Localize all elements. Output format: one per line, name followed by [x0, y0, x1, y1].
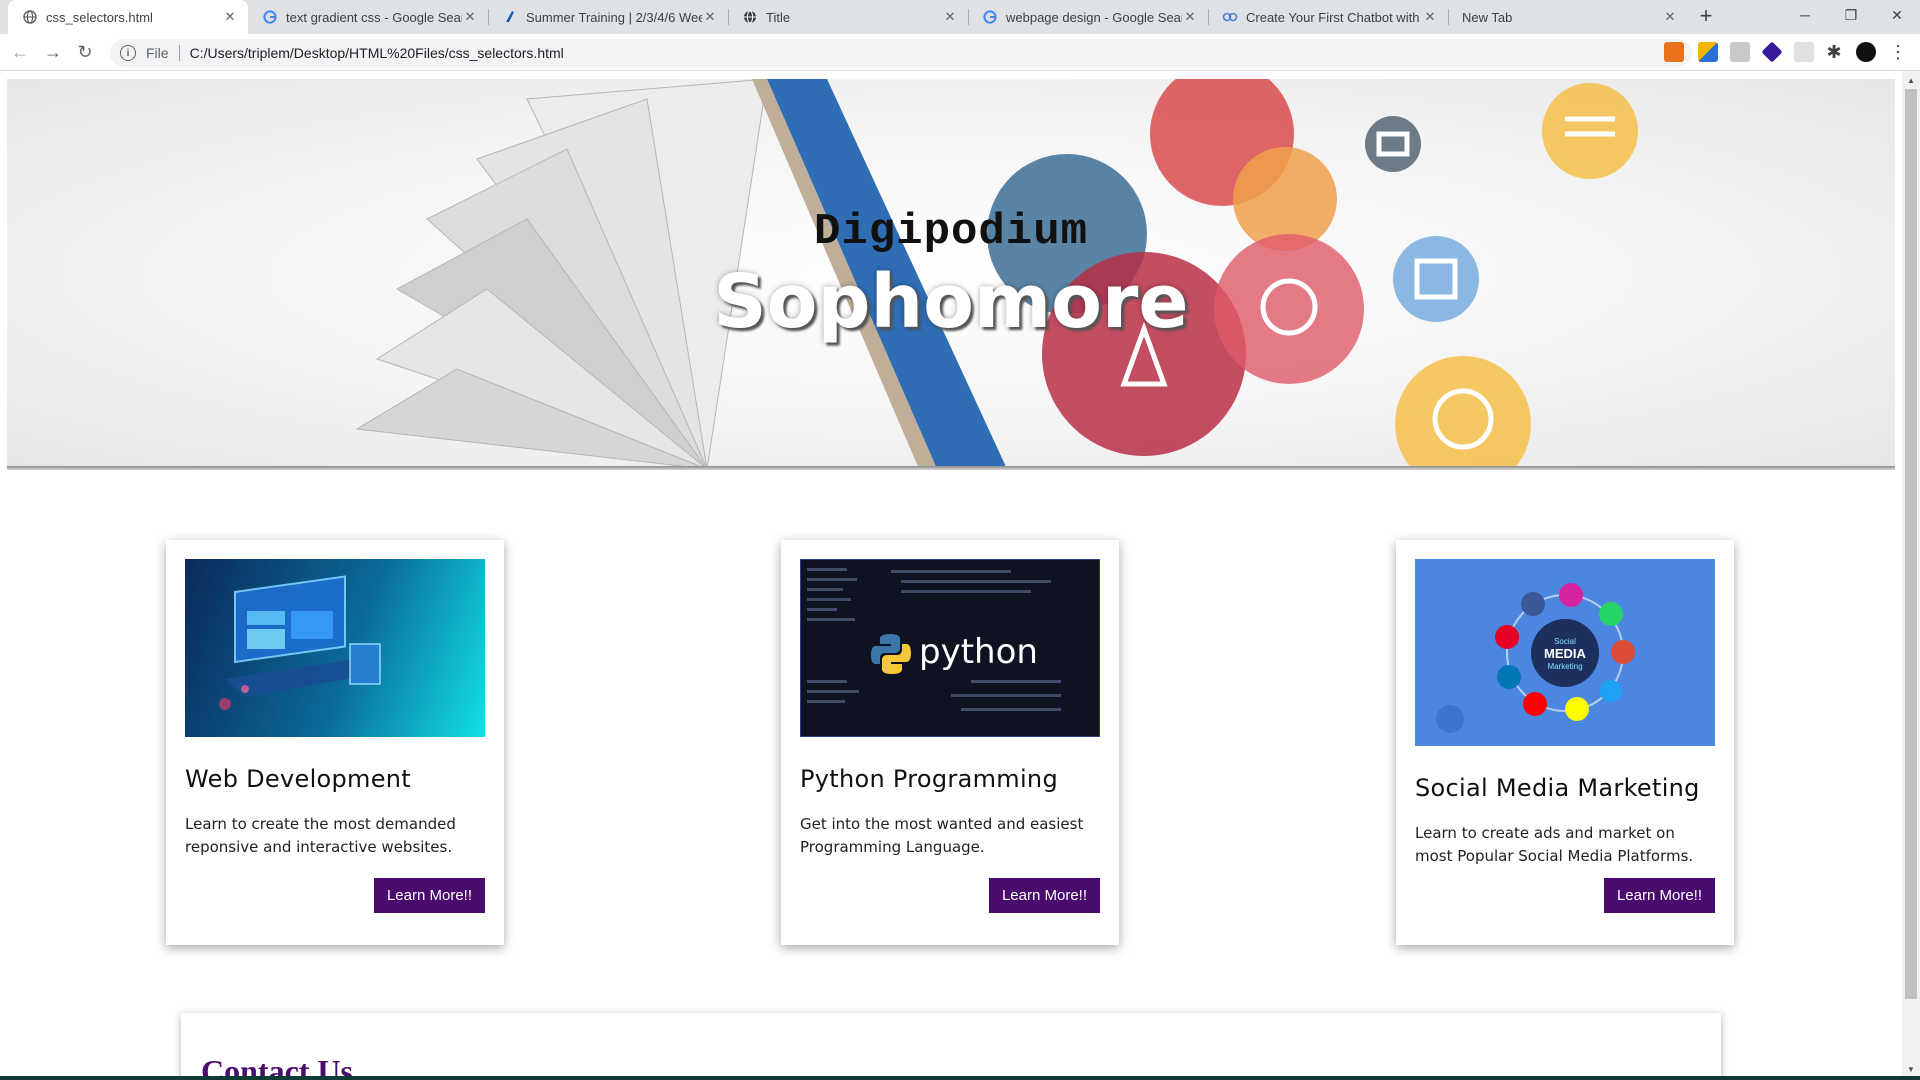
taskbar-edge [0, 1076, 1920, 1080]
forward-button[interactable]: → [41, 40, 65, 64]
google-icon [982, 9, 998, 25]
hero-title: Sophomore [713, 259, 1189, 345]
hero-divider [7, 466, 1895, 470]
url-text[interactable]: C:/Users/triplem/Desktop/HTML%20Files/cs… [190, 45, 564, 61]
extension-icon[interactable] [1730, 42, 1750, 62]
globe-icon [742, 9, 758, 25]
browser-toolbar: ← → ↻ i File C:/Users/triplem/Desktop/HT… [0, 34, 1920, 71]
extension-icon[interactable] [1698, 42, 1718, 62]
extension-icon[interactable] [1664, 42, 1684, 62]
restore-button[interactable]: ❐ [1828, 0, 1874, 34]
close-icon[interactable]: ✕ [942, 9, 958, 25]
close-icon[interactable]: ✕ [1182, 9, 1198, 25]
minimize-button[interactable]: ─ [1782, 0, 1828, 34]
tab-title: Summer Training | 2/3/4/6 Week [526, 9, 702, 25]
tab-chatbot[interactable]: Create Your First Chatbot with Ra ✕ [1208, 0, 1448, 34]
puzzle-icon[interactable]: ✱ [1824, 42, 1844, 62]
learn-more-button[interactable]: Learn More!! [373, 878, 485, 913]
hero-brand: Digipodium [813, 207, 1089, 257]
globe-icon [22, 9, 38, 25]
scroll-up-arrow-icon[interactable]: ▲ [1902, 73, 1920, 89]
avatar[interactable] [1856, 42, 1876, 62]
tab-title: New Tab [1462, 9, 1513, 25]
tab-webpage-design[interactable]: webpage design - Google Search ✕ [968, 0, 1208, 34]
python-logo-icon [871, 634, 911, 674]
back-button[interactable]: ← [8, 40, 32, 64]
course-card-web-development: Web Development Learn to create the most… [166, 540, 504, 945]
card-description: Learn to create the most demanded repons… [185, 815, 456, 856]
tab-title-page[interactable]: Title ✕ [728, 0, 968, 34]
card-title: Social Media Marketing [1415, 774, 1700, 802]
tab-title: text gradient css - Google Search [286, 9, 462, 25]
card-description: Get into the most wanted and easiest Pro… [800, 815, 1084, 856]
tab-css-selectors[interactable]: css_selectors.html ✕ [8, 0, 248, 34]
card-image: python [800, 559, 1100, 737]
tab-text-gradient[interactable]: text gradient css - Google Search ✕ [248, 0, 488, 34]
social-media-badge: Social MEDIA Marketing [1531, 636, 1599, 672]
menu-icon[interactable]: ⋮ [1888, 42, 1908, 62]
card-title: Web Development [185, 765, 412, 793]
page-viewport: Digipodium Sophomore Web Development Lea… [0, 71, 1902, 1080]
reload-button[interactable]: ↻ [73, 40, 97, 64]
card-description: Learn to create ads and market on most P… [1415, 824, 1694, 865]
scrollbar[interactable]: ▲ ▼ [1902, 71, 1920, 1080]
tab-title: webpage design - Google Search [1006, 9, 1182, 25]
learn-more-button[interactable]: Learn More!! [1603, 878, 1715, 913]
url-scheme: File [146, 45, 169, 61]
close-icon[interactable]: ✕ [702, 9, 718, 25]
laptop-illustration [219, 575, 381, 710]
close-icon[interactable]: ✕ [1662, 9, 1678, 25]
tab-title: Create Your First Chatbot with Ra [1246, 9, 1422, 25]
card-image [185, 559, 485, 737]
hero-banner: Digipodium Sophomore [7, 79, 1895, 469]
contact-section: Contact Us [181, 1013, 1721, 1080]
google-icon [262, 9, 278, 25]
close-icon[interactable]: ✕ [222, 9, 238, 25]
omnibox-divider [178, 45, 180, 61]
badge-line-2: MEDIA [1544, 646, 1586, 661]
address-bar[interactable]: i File C:/Users/triplem/Desktop/HTML%20F… [110, 39, 1692, 67]
python-wordmark: python [919, 632, 1038, 672]
chatbot-site-icon [1222, 9, 1238, 25]
close-window-button[interactable]: ✕ [1874, 0, 1920, 34]
extension-icon[interactable] [1794, 42, 1814, 62]
card-image: Social MEDIA Marketing [1415, 559, 1715, 746]
close-icon[interactable]: ✕ [1422, 9, 1438, 25]
course-card-python-programming: python Python Programming Get into the m… [781, 540, 1119, 945]
course-card-social-media-marketing: Social MEDIA Marketing Social Media Mark… [1396, 540, 1734, 945]
card-title: Python Programming [800, 765, 1058, 793]
tab-summer-training[interactable]: Summer Training | 2/3/4/6 Week ✕ [488, 0, 728, 34]
scroll-thumb[interactable] [1905, 89, 1917, 999]
close-icon[interactable]: ✕ [462, 9, 478, 25]
tab-strip: css_selectors.html ✕ text gradient css -… [0, 0, 1920, 34]
info-icon[interactable]: i [120, 45, 136, 61]
new-tab-button[interactable]: + [1694, 5, 1718, 29]
training-site-icon [502, 9, 518, 25]
badge-line-3: Marketing [1547, 662, 1583, 671]
learn-more-button[interactable]: Learn More!! [988, 878, 1100, 913]
tab-title: css_selectors.html [46, 9, 153, 25]
tab-new-tab[interactable]: New Tab ✕ [1448, 0, 1688, 34]
tab-title: Title [766, 9, 791, 25]
